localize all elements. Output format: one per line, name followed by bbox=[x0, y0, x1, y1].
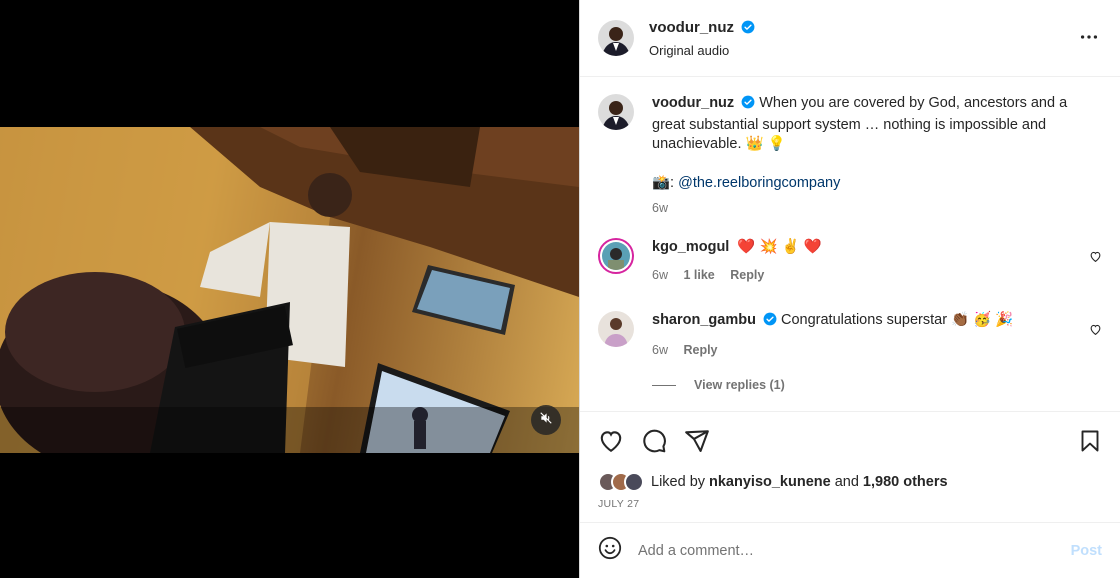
caption-avatar[interactable] bbox=[598, 94, 634, 130]
muted-icon bbox=[539, 411, 553, 430]
comments-section[interactable]: voodur_nuz When you are covered by God, … bbox=[580, 78, 1120, 411]
audio-label[interactable]: Original audio bbox=[649, 43, 755, 58]
commenter-avatar[interactable] bbox=[598, 311, 634, 347]
comment-time[interactable]: 6w bbox=[652, 343, 668, 357]
comment-username[interactable]: sharon_gambu bbox=[652, 312, 756, 328]
commenter-avatar[interactable] bbox=[598, 238, 634, 274]
verified-icon bbox=[741, 20, 755, 39]
reply-button[interactable]: Reply bbox=[730, 268, 764, 282]
liked-by-user[interactable]: nkanyiso_kunene bbox=[709, 474, 831, 490]
caption-username[interactable]: voodur_nuz bbox=[652, 95, 734, 111]
likes-summary: Liked by nkanyiso_kunene and 1,980 other… bbox=[598, 472, 948, 492]
reply-button[interactable]: Reply bbox=[683, 343, 717, 357]
video-frame bbox=[0, 127, 579, 453]
likes-others-count[interactable]: 1,980 others bbox=[863, 474, 948, 490]
credit-mention-link[interactable]: @the.reelboringcompany bbox=[678, 175, 840, 191]
emoji-icon[interactable] bbox=[598, 536, 622, 565]
likes-joiner: and bbox=[834, 474, 859, 490]
heart-icon[interactable] bbox=[1089, 323, 1102, 341]
reel-video[interactable] bbox=[0, 127, 579, 453]
comment-item: kgo_mogul ❤️ 💥 ✌️ ❤️ 6w 1 like Reply bbox=[598, 238, 1102, 285]
share-icon[interactable] bbox=[684, 428, 710, 459]
add-comment-bar: Post bbox=[580, 522, 1120, 578]
caption: voodur_nuz When you are covered by God, … bbox=[598, 94, 1102, 219]
likes-prefix: Liked by bbox=[651, 474, 706, 490]
view-replies-button[interactable]: View replies (1) bbox=[652, 378, 785, 392]
post-header: voodur_nuz Original audio bbox=[580, 0, 1120, 77]
comment-time[interactable]: 6w bbox=[652, 268, 668, 282]
liker-avatars[interactable] bbox=[598, 472, 644, 492]
verified-icon bbox=[763, 312, 777, 333]
post-side-panel: voodur_nuz Original audio voodur_nuz Whe… bbox=[579, 0, 1120, 578]
author-avatar[interactable] bbox=[598, 20, 634, 56]
comment-icon[interactable] bbox=[641, 428, 667, 459]
view-replies-label: View replies (1) bbox=[694, 378, 785, 392]
comment-item: sharon_gambu Congratulations superstar 👏… bbox=[598, 311, 1102, 360]
comment-likes-count[interactable]: 1 like bbox=[683, 268, 714, 282]
comment-input[interactable] bbox=[638, 542, 1071, 559]
comment-username[interactable]: kgo_mogul bbox=[652, 239, 729, 255]
comment-text: Congratulations superstar 👏🏾 🥳 🎉 bbox=[781, 312, 1014, 328]
liker-avatar bbox=[624, 472, 644, 492]
bookmark-icon[interactable] bbox=[1078, 428, 1102, 459]
post-comment-button[interactable]: Post bbox=[1071, 543, 1102, 559]
heart-icon[interactable] bbox=[598, 428, 624, 459]
post-actions: Liked by nkanyiso_kunene and 1,980 other… bbox=[580, 411, 1120, 521]
photo-credit-prefix: 📸: bbox=[652, 174, 675, 191]
author-username[interactable]: voodur_nuz bbox=[649, 19, 734, 36]
media-pane bbox=[0, 0, 579, 578]
verified-icon bbox=[741, 95, 755, 116]
mute-toggle-button[interactable] bbox=[531, 405, 561, 435]
post-date[interactable]: JULY 27 bbox=[598, 498, 639, 510]
comment-text: ❤️ 💥 ✌️ ❤️ bbox=[737, 239, 822, 255]
caption-time[interactable]: 6w bbox=[652, 201, 668, 215]
replies-divider bbox=[652, 384, 676, 386]
more-options-icon[interactable] bbox=[1078, 26, 1100, 53]
heart-icon[interactable] bbox=[1089, 250, 1102, 268]
